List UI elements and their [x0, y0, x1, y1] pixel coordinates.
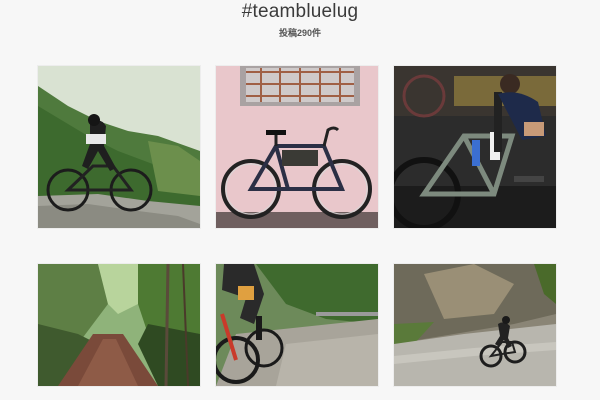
photo-image-4 — [38, 264, 200, 386]
photo-image-1 — [38, 66, 200, 228]
photo-grid — [0, 0, 600, 400]
photo-image-3 — [394, 66, 556, 228]
photo-tile-4[interactable] — [38, 264, 200, 386]
photo-image-2 — [216, 66, 378, 228]
photo-image-6 — [394, 264, 556, 386]
photo-tile-3[interactable] — [394, 66, 556, 228]
photo-image-5 — [216, 264, 378, 386]
photo-tile-6[interactable] — [394, 264, 556, 386]
photo-tile-2[interactable] — [216, 66, 378, 228]
photo-tile-1[interactable] — [38, 66, 200, 228]
photo-tile-5[interactable] — [216, 264, 378, 386]
